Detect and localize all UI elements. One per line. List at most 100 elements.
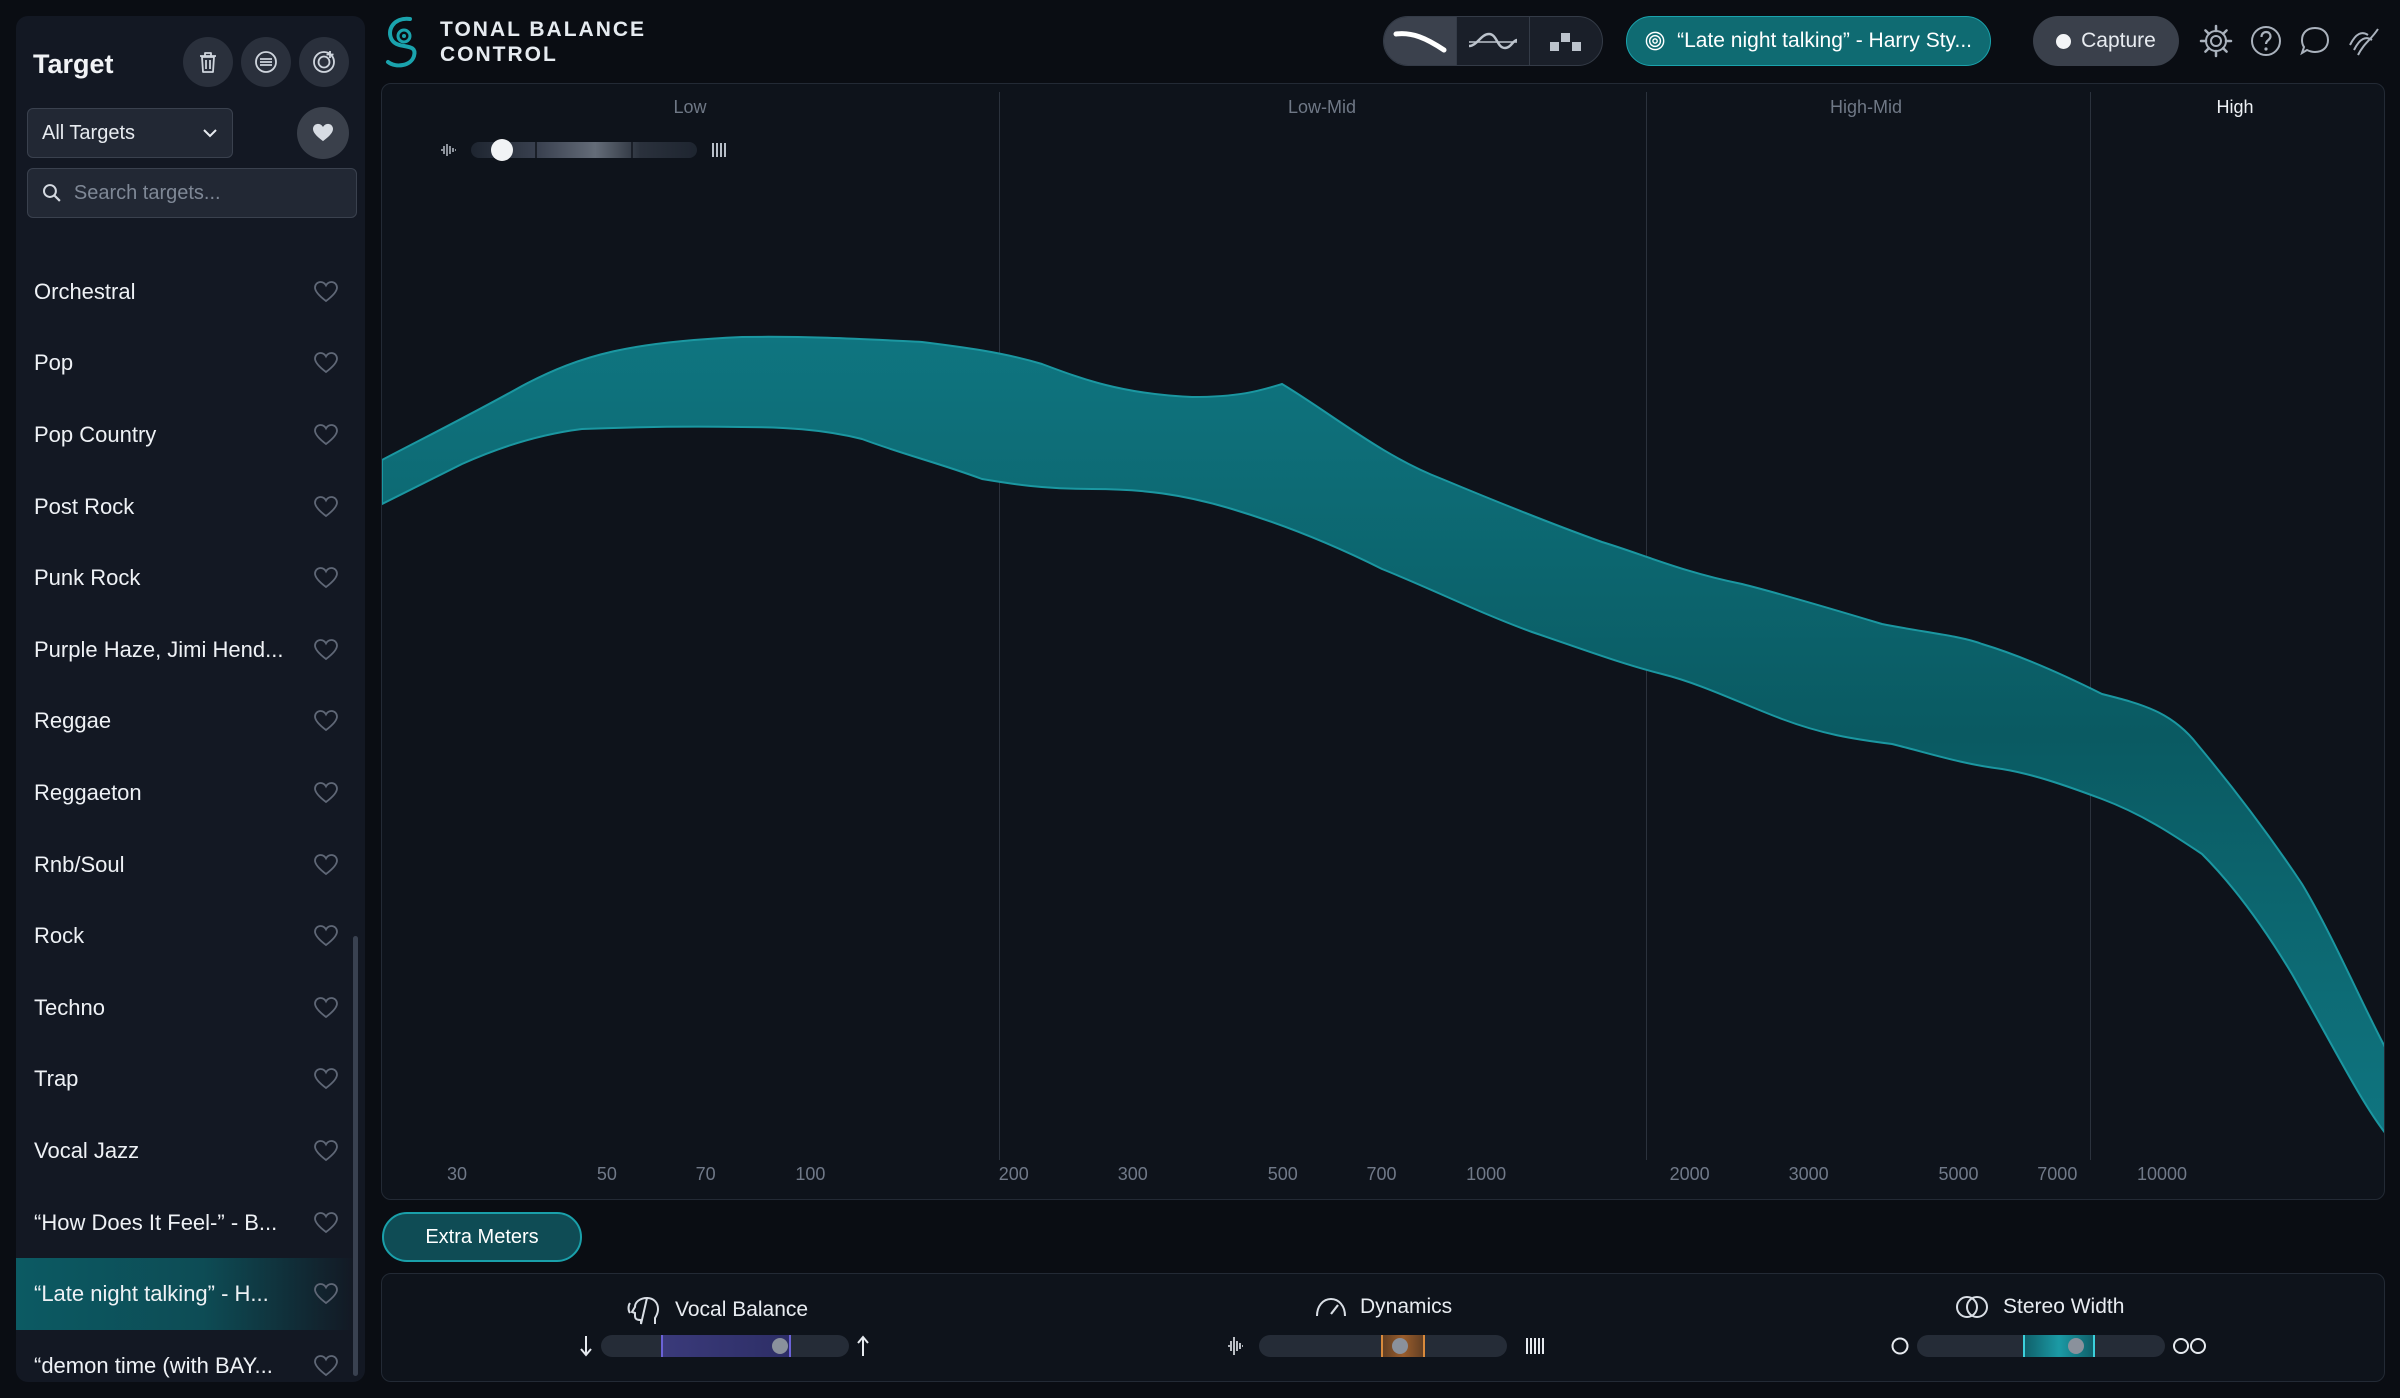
broadband-view-button[interactable] — [1384, 17, 1457, 65]
target-list-item[interactable]: Vocal Jazz — [16, 1115, 356, 1187]
heart-icon[interactable] — [314, 782, 338, 804]
target-item-label: “demon time (with BAY... — [34, 1352, 273, 1378]
logo-title-line2: CONTROL — [440, 43, 558, 66]
target-sidebar: Target All Targets Search targets... Orc… — [16, 16, 365, 1382]
heart-icon[interactable] — [314, 424, 338, 446]
stereo-target-range — [2023, 1335, 2095, 1357]
chat-bubble-icon — [2300, 26, 2330, 56]
bars-view-button[interactable] — [1530, 17, 1602, 65]
gauge-icon — [1316, 1297, 1346, 1317]
target-list-item[interactable]: Reggae — [16, 686, 356, 758]
frequency-tick-label: 70 — [695, 1164, 716, 1184]
dynamics-range-edge — [1423, 1335, 1425, 1357]
extra-meters-button[interactable]: Extra Meters — [382, 1212, 582, 1262]
heart-icon[interactable] — [314, 1140, 338, 1162]
heart-icon[interactable] — [314, 925, 338, 947]
target-list-item[interactable]: Orchestral — [16, 256, 356, 328]
current-target-selector[interactable]: “Late night talking” - Harry Sty... — [1626, 16, 1991, 66]
target-range-band — [382, 335, 2384, 1134]
mono-circle-icon — [1890, 1334, 1910, 1358]
target-list-item[interactable]: Reggaeton — [16, 757, 356, 829]
target-rings-icon — [1645, 31, 1665, 51]
add-target-button[interactable] — [241, 37, 291, 87]
heart-icon[interactable] — [314, 853, 338, 876]
target-list-item[interactable]: Punk Rock — [16, 542, 356, 614]
frequency-tick-label: 7000 — [2037, 1164, 2078, 1184]
create-target-button[interactable] — [299, 37, 349, 87]
heart-icon[interactable] — [314, 710, 338, 732]
target-list-item[interactable]: Post Rock — [16, 471, 356, 543]
frequency-tick-label: 3000 — [1788, 1164, 1829, 1184]
favorites-filter-button[interactable] — [297, 107, 349, 159]
target-list: Orchestral Pop Pop Country Post Rock Punk Ro… — [16, 256, 356, 1382]
tonal-balance-graph: Low Low-Mid High-Mid High 30 50 70 100 200 30… — [381, 83, 2385, 1200]
target-list-item[interactable]: Techno — [16, 972, 356, 1044]
settings-button[interactable] — [2197, 22, 2235, 60]
delete-target-button[interactable] — [183, 37, 233, 87]
target-category-dropdown[interactable]: All Targets — [27, 108, 233, 158]
target-list-item[interactable]: Trap — [16, 1044, 356, 1116]
stereo-width-meter — [1917, 1335, 2165, 1357]
target-plus-icon — [313, 51, 335, 73]
target-item-label: Reggaeton — [34, 779, 142, 805]
capture-label: Capture — [2081, 29, 2156, 52]
vocal-head-icon — [627, 1296, 660, 1325]
assistant-button[interactable] — [2296, 22, 2334, 60]
heart-icon[interactable] — [314, 1354, 338, 1377]
vocal-range-edge — [661, 1335, 663, 1357]
heart-icon[interactable] — [314, 638, 338, 661]
heart-icon[interactable] — [314, 567, 338, 589]
heart-icon[interactable] — [314, 1068, 338, 1090]
target-list-item[interactable]: Pop — [16, 328, 356, 400]
target-item-label: Purple Haze, Jimi Hend... — [34, 636, 284, 662]
vocal-up-arrow-icon — [856, 1334, 870, 1358]
extra-meters-label: Extra Meters — [425, 1225, 539, 1248]
app-logo: TONAL BALANCE CONTROL — [380, 14, 646, 70]
dynamics-coarse-bars-icon — [1525, 1334, 1545, 1358]
dynamics-fine-wave-icon — [1226, 1334, 1244, 1358]
logo-title-line1: TONAL BALANCE — [440, 18, 647, 41]
target-item-label: Pop — [34, 350, 74, 376]
target-item-label: Vocal Jazz — [34, 1137, 140, 1163]
spectrum-view-button[interactable] — [1457, 17, 1530, 65]
stereo-width-title: Stereo Width — [1955, 1294, 2124, 1320]
search-input[interactable] — [73, 181, 342, 205]
target-list-item[interactable]: “Late night talking” - H... — [16, 1258, 356, 1330]
search-field[interactable] — [27, 168, 357, 218]
heart-icon[interactable] — [314, 1283, 338, 1305]
target-list-item[interactable]: “demon time (with BAY... — [16, 1330, 356, 1382]
frequency-tick-label: 1000 — [1466, 1164, 1507, 1184]
target-list-item[interactable]: Purple Haze, Jimi Hend... — [16, 614, 356, 686]
dynamics-label: Dynamics — [1360, 1295, 1453, 1318]
broadband-curve-icon — [1393, 31, 1447, 53]
target-item-label: Rnb/Soul — [34, 851, 125, 877]
capture-button[interactable]: Capture — [2033, 16, 2179, 66]
heart-icon[interactable] — [314, 1211, 338, 1234]
frequency-tick-label: 30 — [446, 1164, 468, 1184]
heart-icon[interactable] — [314, 280, 338, 303]
target-list-item[interactable]: “How Does It Feel-” - B... — [16, 1187, 356, 1259]
heart-icon[interactable] — [314, 352, 338, 374]
tbc-logo-icon — [386, 16, 417, 68]
heart-icon[interactable] — [314, 495, 338, 518]
frequency-tick-label: 5000 — [1938, 1164, 1979, 1184]
frequency-tick-label: 100 — [795, 1164, 826, 1184]
frequency-tick-label: 50 — [596, 1164, 617, 1184]
target-item-label: Rock — [34, 923, 85, 949]
dynamics-meter — [1259, 1335, 1507, 1357]
target-list-item[interactable]: Rock — [16, 900, 356, 972]
target-item-label: “How Does It Feel-” - B... — [34, 1209, 278, 1235]
target-list-scrollbar[interactable] — [353, 936, 358, 1376]
help-button[interactable] — [2247, 22, 2285, 60]
heart-icon[interactable] — [314, 996, 338, 1019]
target-list-item[interactable]: Rnb/Soul — [16, 829, 356, 901]
target-list-item[interactable]: Pop Country — [16, 399, 356, 471]
vocal-balance-indicator — [771, 1338, 788, 1354]
frequency-tick-label: 200 — [998, 1164, 1029, 1184]
target-item-label: “Late night talking” - H... — [34, 1281, 269, 1307]
dynamics-range-edge — [1381, 1335, 1383, 1357]
izotope-link-button[interactable] — [2346, 22, 2384, 60]
trash-icon — [200, 52, 216, 73]
stereo-circles-icon — [1956, 1296, 1988, 1318]
vocal-balance-label: Vocal Balance — [675, 1298, 809, 1321]
